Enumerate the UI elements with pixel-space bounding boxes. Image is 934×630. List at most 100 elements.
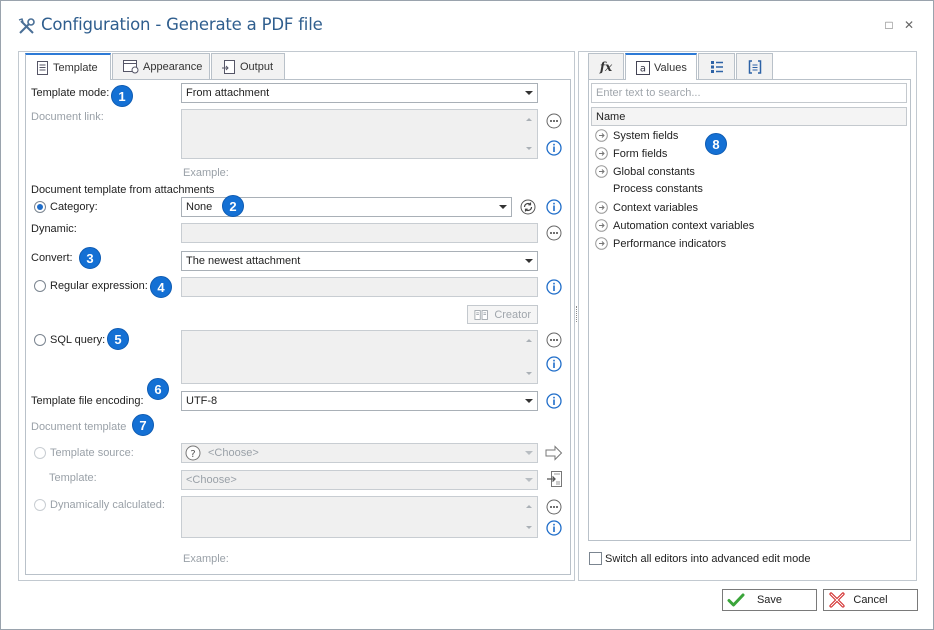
info-icon[interactable] bbox=[546, 356, 562, 372]
convert-label: Convert: bbox=[31, 252, 73, 264]
chevron-down-icon bbox=[525, 259, 533, 263]
template-source-radio[interactable] bbox=[34, 447, 46, 459]
sql-query-textarea[interactable] bbox=[181, 330, 538, 384]
callout-badge-4: 4 bbox=[150, 276, 172, 298]
tab-brackets[interactable] bbox=[736, 53, 773, 79]
document-template-heading: Document template bbox=[31, 421, 127, 433]
convert-value: The newest attachment bbox=[186, 255, 301, 267]
scroll-up-icon bbox=[526, 118, 532, 121]
title-bar: Configuration - Generate a PDF file □ ✕ bbox=[1, 1, 933, 49]
creator-button[interactable]: Creator bbox=[467, 305, 538, 324]
tree-item-label: Performance indicators bbox=[613, 237, 727, 250]
category-radio[interactable] bbox=[34, 201, 46, 213]
dynamically-calculated-radio[interactable] bbox=[34, 499, 46, 511]
info-icon[interactable] bbox=[546, 520, 562, 536]
tree-item-label: Automation context variables bbox=[613, 219, 755, 232]
appearance-icon bbox=[123, 59, 139, 73]
tab-template[interactable]: Template bbox=[25, 53, 111, 80]
callout-badge-1: 1 bbox=[111, 85, 133, 107]
maximize-button[interactable]: □ bbox=[883, 19, 895, 31]
example-label-2: Example: bbox=[183, 553, 229, 565]
expand-arrow-icon bbox=[595, 219, 608, 232]
info-icon[interactable] bbox=[546, 393, 562, 409]
dynamic-field[interactable] bbox=[181, 223, 538, 243]
doc-template-attachments-heading: Document template from attachments bbox=[31, 184, 215, 196]
expand-arrow-icon bbox=[595, 237, 608, 250]
book-icon bbox=[474, 309, 488, 320]
info-icon[interactable] bbox=[546, 279, 562, 295]
more-options-icon[interactable] bbox=[546, 332, 562, 348]
regex-field[interactable] bbox=[181, 277, 538, 297]
info-icon[interactable] bbox=[546, 199, 562, 215]
expand-arrow-icon bbox=[595, 147, 608, 160]
close-button[interactable]: ✕ bbox=[903, 19, 915, 31]
callout-badge-3: 3 bbox=[79, 247, 101, 269]
chevron-down-icon bbox=[525, 451, 533, 455]
dynamically-calculated-textarea[interactable] bbox=[181, 496, 538, 538]
more-options-icon[interactable] bbox=[546, 225, 562, 241]
callout-badge-7: 7 bbox=[132, 414, 154, 436]
template-doc-icon bbox=[37, 60, 48, 75]
cancel-button[interactable]: Cancel bbox=[823, 589, 918, 611]
scroll-down-icon bbox=[526, 147, 532, 150]
template-select[interactable]: <Choose> bbox=[181, 470, 538, 490]
expand-arrow-icon bbox=[595, 129, 608, 142]
creator-label: Creator bbox=[494, 308, 531, 321]
tree-item-label: Global constants bbox=[613, 165, 695, 178]
check-icon bbox=[727, 593, 745, 607]
expand-arrow-icon bbox=[595, 165, 608, 178]
chevron-down-icon bbox=[525, 478, 533, 482]
bracket-icon bbox=[748, 59, 761, 74]
template-value: <Choose> bbox=[186, 474, 237, 486]
template-source-select[interactable]: <Choose> bbox=[181, 443, 538, 463]
scroll-down-icon bbox=[526, 526, 532, 529]
tab-output-label: Output bbox=[240, 60, 274, 73]
dynamic-label: Dynamic: bbox=[31, 223, 77, 235]
sql-radio[interactable] bbox=[34, 334, 46, 346]
more-options-icon[interactable] bbox=[546, 113, 562, 129]
tab-list[interactable] bbox=[698, 53, 735, 79]
category-value: None bbox=[186, 201, 213, 213]
tools-icon bbox=[18, 18, 35, 34]
encoding-label: Template file encoding: bbox=[31, 395, 144, 407]
tab-functions[interactable]: fx bbox=[588, 53, 624, 79]
convert-select[interactable]: The newest attachment bbox=[181, 251, 538, 271]
refresh-icon[interactable] bbox=[520, 199, 536, 215]
tree-item-global-constants[interactable]: Global constants bbox=[595, 165, 695, 178]
values-search-input[interactable]: Enter text to search... bbox=[591, 83, 907, 103]
save-button[interactable]: Save bbox=[722, 589, 817, 611]
template-source-label: Template source: bbox=[50, 447, 134, 459]
window-title: Configuration - Generate a PDF file bbox=[41, 15, 323, 34]
encoding-select[interactable]: UTF-8 bbox=[181, 391, 538, 411]
dynamically-calculated-label: Dynamically calculated: bbox=[50, 499, 165, 511]
output-icon bbox=[222, 59, 235, 74]
tab-output[interactable]: Output bbox=[211, 53, 285, 79]
callout-badge-5: 5 bbox=[107, 328, 129, 350]
callout-badge-2: 2 bbox=[222, 195, 244, 217]
chevron-down-icon bbox=[525, 399, 533, 403]
tree-item-label: Form fields bbox=[613, 147, 668, 160]
tree-item-form-fields[interactable]: Form fields bbox=[595, 147, 667, 160]
values-tree-header: Name bbox=[591, 107, 907, 126]
template-mode-label: Template mode: bbox=[31, 87, 110, 99]
tree-item-performance-indicators[interactable]: Performance indicators bbox=[595, 237, 726, 250]
tree-item-context-variables[interactable]: Context variables bbox=[595, 201, 698, 214]
arrow-right-icon[interactable] bbox=[545, 445, 563, 461]
sql-label: SQL query: bbox=[50, 334, 106, 346]
tree-item-label: System fields bbox=[613, 129, 679, 142]
template-mode-select[interactable]: From attachment bbox=[181, 83, 538, 103]
regex-radio[interactable] bbox=[34, 280, 46, 292]
example-label: Example: bbox=[183, 167, 229, 179]
tab-values[interactable]: a Values bbox=[625, 53, 697, 80]
document-link-textarea[interactable] bbox=[181, 109, 538, 159]
tree-item-system-fields[interactable]: System fields bbox=[595, 129, 678, 142]
template-source-value: <Choose> bbox=[208, 447, 259, 459]
tab-appearance[interactable]: Appearance bbox=[112, 53, 210, 79]
tree-item-process-constants[interactable]: Process constants bbox=[613, 183, 703, 195]
tree-item-automation-context-variables[interactable]: Automation context variables bbox=[595, 219, 754, 232]
info-icon[interactable] bbox=[546, 140, 562, 156]
advanced-mode-checkbox[interactable] bbox=[589, 552, 602, 565]
more-options-icon[interactable] bbox=[546, 499, 562, 515]
values-icon: a bbox=[636, 60, 650, 75]
import-file-icon[interactable] bbox=[546, 471, 563, 488]
